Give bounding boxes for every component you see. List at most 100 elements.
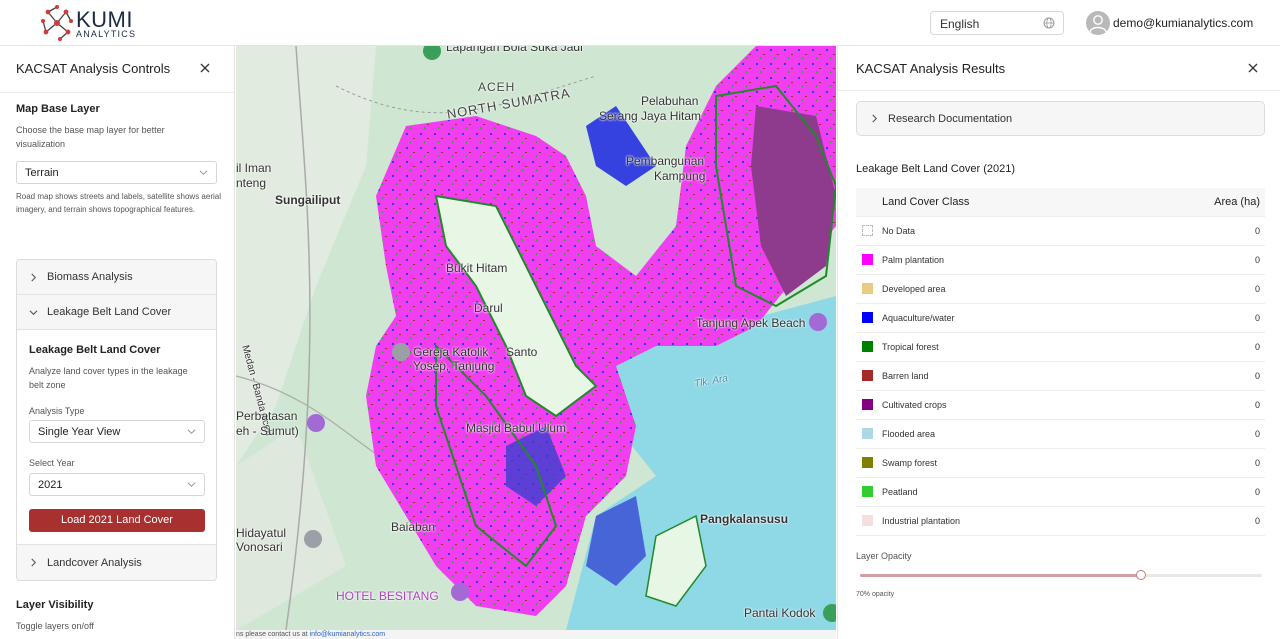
map-base-layer-title: Map Base Layer [16,103,100,115]
map-label: eh - Sumut) [236,424,299,438]
layer-opacity-label: Layer Opacity [856,551,912,561]
map-label: Baiaban [391,520,436,534]
beach-marker-icon[interactable] [809,313,827,331]
close-controls-icon[interactable] [198,61,212,75]
research-documentation-label: Research Documentation [888,112,1013,125]
color-swatch [862,428,873,440]
map-label: Serang Jaya Hitam [599,109,702,123]
layer-opacity-slider[interactable] [860,570,1262,580]
analysis-type-select[interactable]: Single Year View [29,420,205,443]
color-swatch [862,486,873,498]
chevron-right-icon [31,558,37,567]
year-select[interactable]: 2021 [29,473,205,496]
poi-marker-icon[interactable] [304,530,322,548]
base-layer-help: Road map shows streets and labels, satel… [16,192,221,214]
year-label: Select Year [29,458,75,468]
swatch-cell [856,361,882,391]
map-label: Pembangunan [626,154,705,168]
land-cover-class-cell: Swamp forest [882,448,1125,478]
area-cell: 0 [1124,419,1265,449]
map-label: Santo [506,345,538,359]
land-cover-class-cell: Barren land [882,361,1125,391]
table-row: Swamp forest 0 [856,448,1265,478]
area-cell: 0 [1124,506,1265,536]
color-swatch [862,283,873,295]
opacity-slider-handle[interactable] [1136,570,1147,580]
analysis-results-panel: KACSAT Analysis Results Research Documen… [837,46,1280,639]
divider [838,90,1280,91]
user-email: demo@kumianalytics.com [1113,16,1254,30]
area-cell: 0 [1124,390,1265,420]
map-label: Gereja Katolik [413,345,489,359]
leakage-section-title: Leakage Belt Land Cover [29,344,161,356]
color-swatch [862,312,873,324]
landmark-marker-icon[interactable] [307,414,325,432]
contact-email-link[interactable]: info@kumianalytics.com [310,631,386,638]
research-documentation-toggle[interactable]: Research Documentation [856,101,1265,136]
table-row: Tropical forest 0 [856,332,1265,362]
app-header: KUMI ANALYTICS English demo@kumianalytic… [0,0,1280,46]
chevron-down-icon [187,482,196,487]
swatch-cell [856,216,882,246]
molecule-logo-icon [41,5,73,41]
map-label: Kampung [654,169,706,183]
analysis-type-value: Single Year View [38,426,121,438]
map-label: Hidayatul [236,526,287,540]
map-label: Darul [474,301,503,315]
accordion-biomass-analysis[interactable]: Biomass Analysis [17,260,216,295]
land-cover-table: Land Cover Class Area (ha) No Data 0 Palm … [856,188,1265,536]
color-swatch [862,515,873,527]
accordion-landcover-analysis[interactable]: Landcover Analysis [17,545,216,580]
color-swatch [862,225,873,237]
land-cover-class-cell: Aquaculture/water [882,303,1125,333]
accordion-leakage-belt[interactable]: Leakage Belt Land Cover [17,295,216,330]
table-row: No Data 0 [856,216,1265,246]
area-cell: 0 [1124,216,1265,246]
divider [0,92,234,93]
load-land-cover-button[interactable]: Load 2021 Land Cover [29,509,205,532]
map-canvas[interactable] [236,46,836,630]
church-marker-icon[interactable] [392,343,410,361]
hotel-marker-icon[interactable] [451,583,469,601]
chevron-down-icon [187,429,196,434]
map-view[interactable]: Lapangan Bola Suka Jadi ACEH NORTH SUMAT… [236,46,836,630]
column-header-area: Area (ha) [1124,188,1265,217]
kumi-logo[interactable]: KUMI ANALYTICS [40,4,150,42]
accordion-label: Leakage Belt Land Cover [47,306,172,318]
map-label: Sungailiput [275,193,341,207]
land-cover-class-cell: Flooded area [882,419,1125,449]
user-menu[interactable]: demo@kumianalytics.com [1086,10,1253,36]
swatch-cell [856,419,882,449]
opacity-value-text: 70% opacity [856,591,895,598]
land-cover-class-cell: Industrial plantation [882,506,1125,536]
logo-subtitle: ANALYTICS [76,29,137,39]
swatch-cell [856,274,882,304]
globe-icon [1043,17,1055,29]
attribution-text: ns please contact us at [236,631,310,638]
area-cell: 0 [1124,361,1265,391]
swatch-cell [856,245,882,275]
swatch-cell [856,303,882,333]
language-select[interactable]: English [930,11,1064,35]
base-layer-value: Terrain [25,167,59,179]
close-results-icon[interactable] [1246,61,1260,75]
chevron-down-icon [199,170,208,175]
accordion-label: Biomass Analysis [47,271,133,283]
swatch-cell [856,477,882,507]
map-label: Pelabuhan [641,94,699,108]
table-row: Industrial plantation 0 [856,506,1265,536]
accordion-label: Landcover Analysis [47,556,142,569]
swatch-cell [856,448,882,478]
analysis-type-label: Analysis Type [29,406,85,416]
chevron-right-icon [31,273,37,281]
layer-visibility-description: Toggle layers on/off [16,621,94,631]
map-label: Tanjung Apek Beach [696,316,806,330]
area-cell: 0 [1124,274,1265,304]
land-cover-class-cell: Tropical forest [882,332,1125,362]
table-row: Aquaculture/water 0 [856,303,1265,333]
opacity-slider-fill [860,574,1142,577]
base-layer-select[interactable]: Terrain [16,161,217,184]
table-row: Flooded area 0 [856,419,1265,449]
map-label: nteng [236,176,267,190]
color-swatch [862,370,873,382]
